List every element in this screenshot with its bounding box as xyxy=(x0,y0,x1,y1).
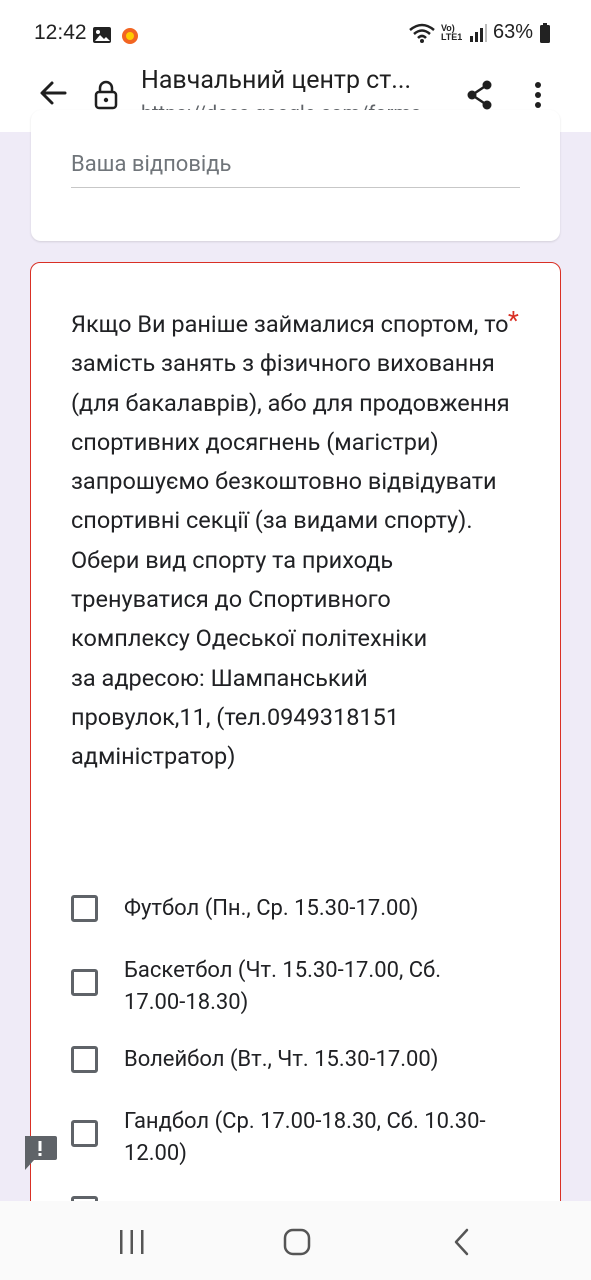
share-icon[interactable] xyxy=(465,79,495,111)
checkbox[interactable] xyxy=(71,1046,98,1073)
answer-underline xyxy=(71,187,520,188)
more-options-icon[interactable] xyxy=(528,79,548,111)
status-bar: 12:42 Vo) LTE1 63% xyxy=(0,0,591,64)
option-label: Гандбол (Ср. 17.00-18.30, Сб. 10.30-12.0… xyxy=(124,1109,486,1166)
gallery-notification-icon xyxy=(93,26,111,43)
checkbox[interactable] xyxy=(71,969,98,996)
recent-apps-icon[interactable] xyxy=(117,1229,147,1255)
option-football[interactable]: Футбол (Пн., Ср. 15.30-17.00) xyxy=(71,895,504,925)
home-icon[interactable] xyxy=(283,1228,311,1256)
signal-icon xyxy=(469,23,487,42)
checkbox[interactable] xyxy=(71,1120,98,1147)
option-label: Баскетбол (Чт. 15.30-17.00, Сб. 17.00-18… xyxy=(124,958,442,1015)
network-label: Vo) LTE1 xyxy=(440,22,463,42)
nav-back-icon[interactable] xyxy=(452,1227,472,1257)
page-title[interactable]: Навчальний центр ст... xyxy=(141,66,411,95)
required-mark: * xyxy=(508,307,519,336)
wifi-icon xyxy=(409,23,435,43)
option-volleyball[interactable]: Волейбол (Вт., Чт. 15.30-17.00) xyxy=(71,1046,504,1076)
option-basketball[interactable]: Баскетбол (Чт. 15.30-17.00, Сб. 17.00-18… xyxy=(71,958,504,1019)
sports-question-card: Якщо Ви раніше займалися спортом, то зам… xyxy=(30,262,561,1224)
option-label: Футбол (Пн., Ср. 15.30-17.00) xyxy=(124,896,419,921)
alert-icon[interactable] xyxy=(22,1134,58,1172)
battery-percent: 63% xyxy=(492,21,533,43)
battery-icon xyxy=(540,22,550,43)
status-time: 12:42 xyxy=(34,21,87,44)
lock-icon[interactable] xyxy=(94,80,118,110)
answer-input[interactable]: Ваша відповідь xyxy=(71,152,232,177)
back-arrow-icon[interactable] xyxy=(38,78,68,108)
option-handball[interactable]: Гандбол (Ср. 17.00-18.30, Сб. 10.30-12.0… xyxy=(71,1109,504,1170)
app-notification-icon xyxy=(121,27,138,44)
option-label: Волейбол (Вт., Чт. 15.30-17.00) xyxy=(124,1047,439,1072)
system-nav-bar xyxy=(0,1201,591,1280)
checkbox[interactable] xyxy=(71,895,98,922)
question-text: Якщо Ви раніше займалися спортом, то зам… xyxy=(71,310,510,771)
previous-question-card: Ваша відповідь xyxy=(31,110,560,241)
